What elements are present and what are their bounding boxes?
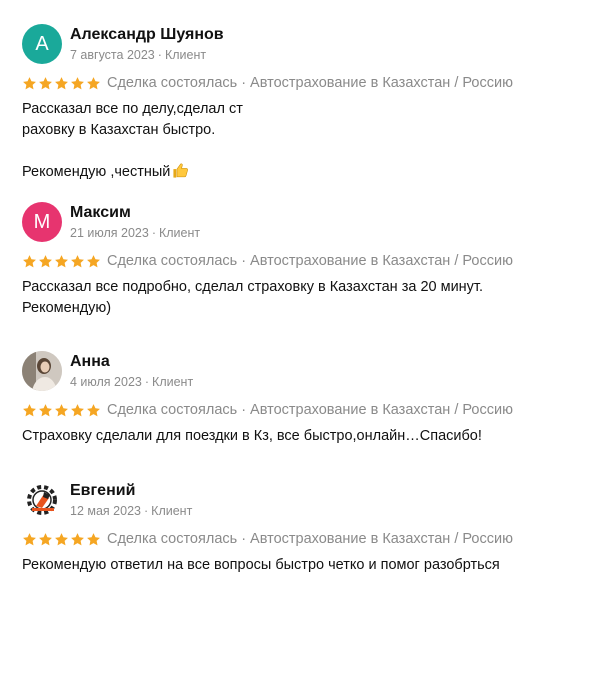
star-icon <box>55 254 68 267</box>
review-text: Рассказал все по делу,сделал ст раховку … <box>22 99 582 186</box>
reviewer-role: Клиент <box>158 226 201 240</box>
reviewer-name[interactable]: Анна <box>70 352 193 372</box>
avatar[interactable]: А <box>22 24 62 64</box>
reviewer-role: Клиент <box>152 375 194 389</box>
rating-stars <box>22 254 101 269</box>
reviews-list: А Александр Шуянов 7 августа 2023 · Клиент… <box>0 0 599 674</box>
deal-status: Сделка состоялась <box>107 402 238 418</box>
review-date: 4 июля 2023 <box>70 375 142 389</box>
review-text: Рекомендую ответил на все вопросы быстро… <box>22 557 500 573</box>
rating-stars <box>22 403 101 418</box>
star-icon <box>71 532 84 545</box>
star-icon <box>55 76 68 89</box>
reviewer-name[interactable]: Александр Шуянов <box>70 25 224 45</box>
deal-status: Сделка состоялась <box>107 253 238 269</box>
star-icon <box>39 532 52 545</box>
service-name: Автострахование в Казахстан / Россию <box>250 531 513 547</box>
review-date: 12 мая 2023 <box>70 504 141 518</box>
review-card: Анна 4 июля 2023 · Клиент Сделка состоялас… <box>22 351 582 447</box>
review-date: 21 июля 2023 <box>70 226 149 240</box>
avatar-letter: М <box>33 210 51 233</box>
review-card: А Александр Шуянов 7 августа 2023 · Клиент… <box>22 24 582 186</box>
star-icon <box>39 76 52 89</box>
star-icon <box>39 403 52 416</box>
avatar-letter: А <box>35 32 49 55</box>
avatar[interactable] <box>22 351 62 391</box>
review-card: М Максим 21 июля 2023 · Клиент Сделка сост… <box>22 202 582 319</box>
star-icon <box>87 254 100 267</box>
service-name: Автострахование в Казахстан / Россию <box>250 402 513 418</box>
review-text: Страховку сделали для поездки в Кз, все … <box>22 428 482 444</box>
star-icon <box>23 532 36 545</box>
star-icon <box>87 76 100 89</box>
star-icon <box>71 254 84 267</box>
review-card: Евгений 12 мая 2023 · Клиент Сделка состоя… <box>22 480 582 576</box>
review-text: Рассказал все подробно, сделал страховку… <box>22 279 483 316</box>
thumbs-up-icon <box>172 141 189 186</box>
service-name: Автострахование в Казахстан / Россию <box>250 253 513 269</box>
rating-stars <box>22 76 101 91</box>
star-icon <box>39 254 52 267</box>
deal-status: Сделка состоялась <box>107 531 238 547</box>
star-icon <box>87 532 100 545</box>
star-icon <box>87 403 100 416</box>
avatar[interactable] <box>22 480 62 520</box>
star-icon <box>71 76 84 89</box>
star-icon <box>55 532 68 545</box>
review-date: 7 августа 2023 <box>70 48 155 62</box>
reviewer-name[interactable]: Евгений <box>70 481 192 501</box>
reviewer-name[interactable]: Максим <box>70 203 200 223</box>
reviewer-role: Клиент <box>164 48 207 62</box>
star-icon <box>23 76 36 89</box>
avatar[interactable]: М <box>22 202 62 242</box>
star-icon <box>55 403 68 416</box>
rating-stars <box>22 532 101 547</box>
deal-status: Сделка состоялась <box>107 75 238 91</box>
star-icon <box>71 403 84 416</box>
gear-logo-icon <box>27 485 57 515</box>
service-name: Автострахование в Казахстан / Россию <box>250 75 513 91</box>
avatar-photo <box>22 351 62 391</box>
reviewer-role: Клиент <box>151 504 193 518</box>
star-icon <box>23 254 36 267</box>
star-icon <box>23 403 36 416</box>
